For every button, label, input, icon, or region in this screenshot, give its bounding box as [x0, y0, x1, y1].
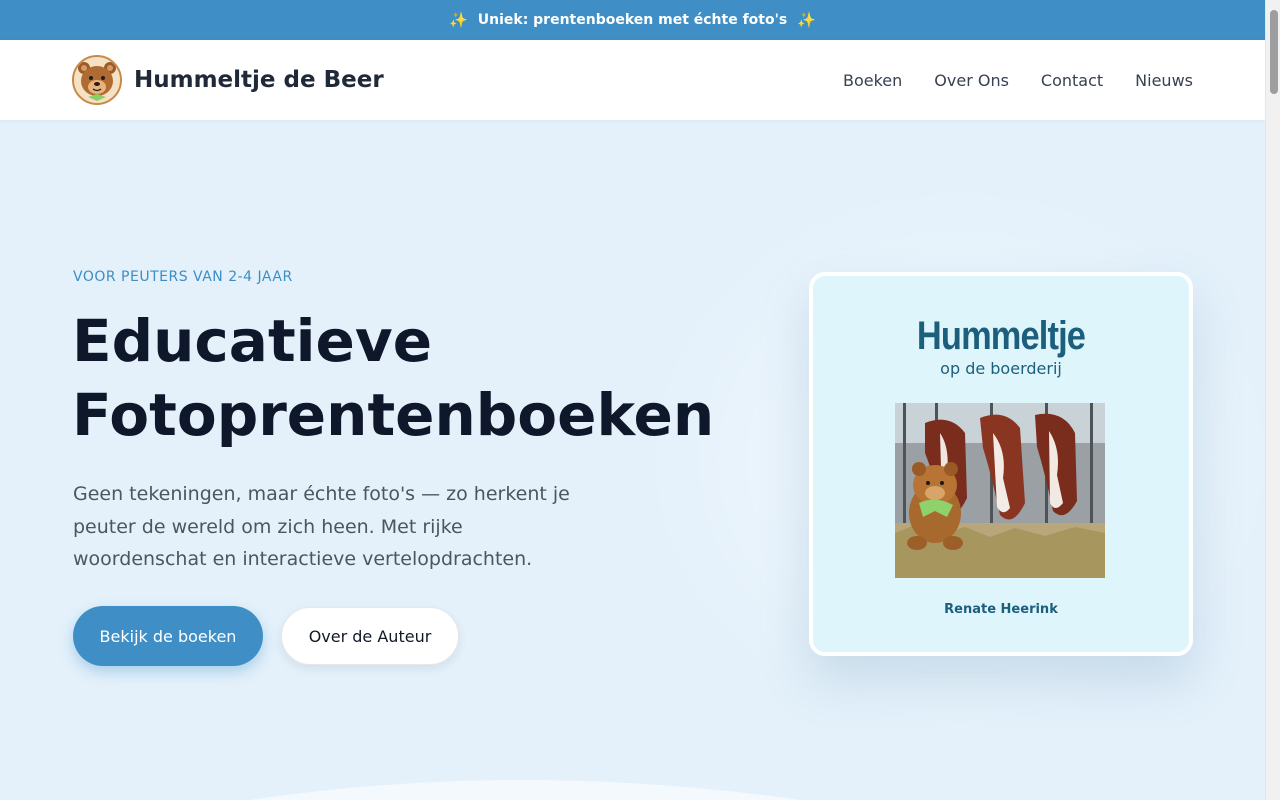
book-title: Hummeltje	[916, 314, 1086, 358]
book-author: Renate Heerink	[944, 602, 1058, 617]
about-author-button[interactable]: Over de Auteur	[281, 607, 459, 665]
headline-line-1: Educatieve	[72, 307, 433, 375]
view-books-button[interactable]: Bekijk de boeken	[73, 606, 263, 666]
page-scrollbar[interactable]	[1265, 0, 1280, 800]
hero-eyebrow: VOOR PEUTERS VAN 2-4 JAAR	[73, 269, 293, 285]
brand-name: Hummeltje de Beer	[134, 67, 384, 93]
headline-line-2: Fotoprentenboeken	[72, 381, 715, 449]
book-subtitle: op de boerderij	[940, 359, 1062, 378]
book-cover-card[interactable]: Hummeltje op de boerderij Renate Heerink	[809, 272, 1193, 656]
announcement-text: Uniek: prentenboeken met échte foto's	[477, 12, 788, 28]
hero-section: VOOR PEUTERS VAN 2-4 JAAR Educatieve Fot…	[0, 120, 1280, 800]
bear-logo-icon	[72, 55, 122, 105]
nav-link-nieuws[interactable]: Nieuws	[1135, 71, 1193, 90]
announcement-bar: ✨ Uniek: prentenboeken met échte foto's …	[0, 0, 1265, 40]
book-cover-photo	[895, 403, 1105, 578]
nav-link-over-ons[interactable]: Over Ons	[934, 71, 1009, 90]
scrollbar-thumb[interactable]	[1270, 10, 1278, 94]
nav-link-contact[interactable]: Contact	[1041, 71, 1103, 90]
section-divider-wave	[250, 780, 800, 800]
brand-link[interactable]: Hummeltje de Beer	[72, 55, 384, 105]
hero-description: Geen tekeningen, maar échte foto's — zo …	[73, 483, 570, 570]
site-header: Hummeltje de Beer Boeken Over Ons Contac…	[0, 40, 1265, 120]
main-nav: Boeken Over Ons Contact Nieuws	[843, 40, 1193, 120]
hero-headline: Educatieve Fotoprentenboeken	[72, 304, 714, 452]
nav-link-boeken[interactable]: Boeken	[843, 71, 902, 90]
sparkles-icon: ✨	[449, 11, 468, 29]
sparkles-icon: ✨	[797, 11, 816, 29]
